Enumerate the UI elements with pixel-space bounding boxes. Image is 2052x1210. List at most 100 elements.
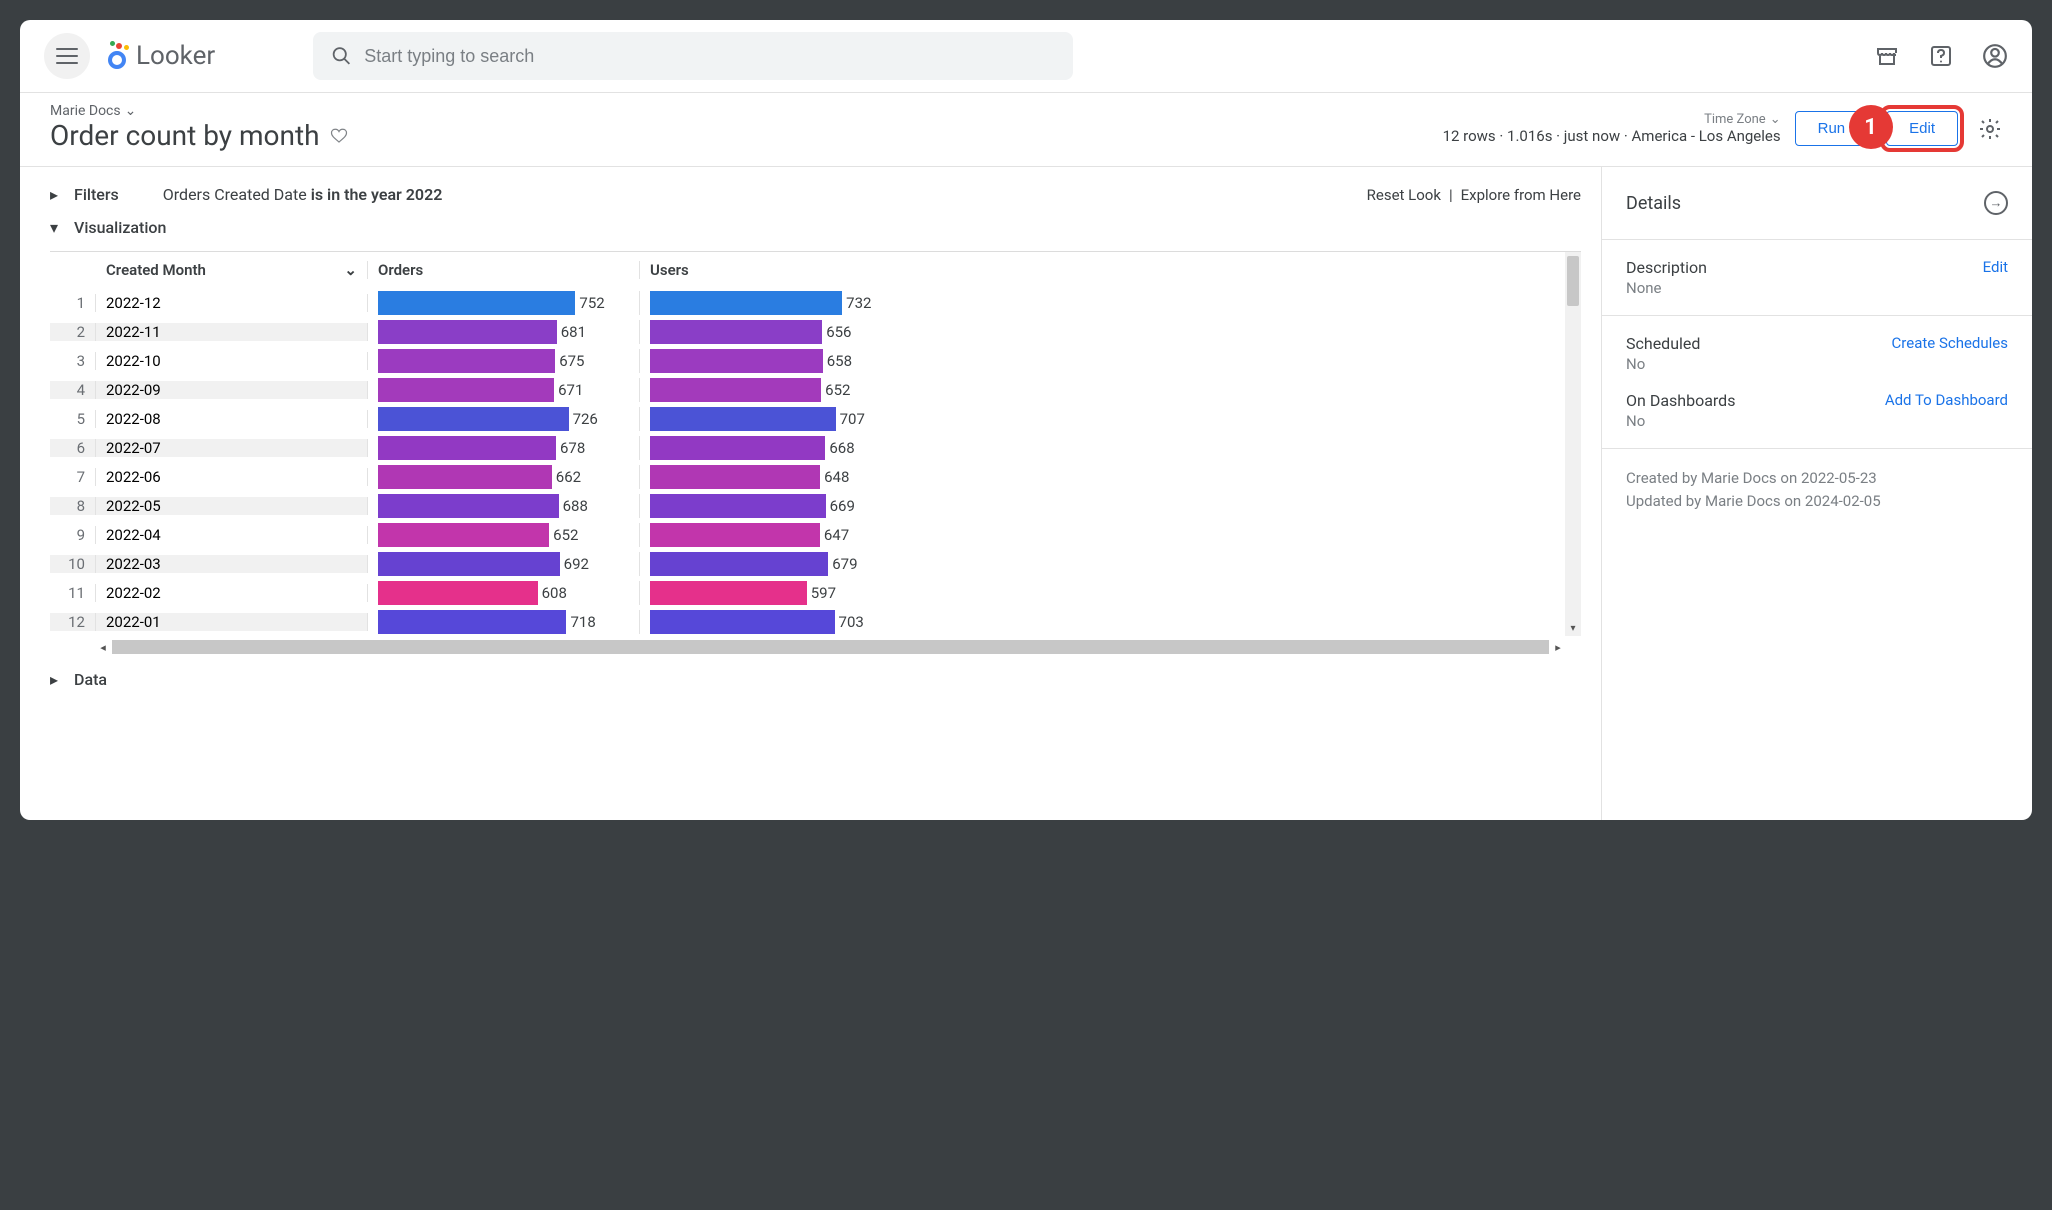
edit-button[interactable]: Edit (1886, 111, 1958, 146)
status-block: Time Zone ⌄ 12 rows · 1.016s · just now … (1443, 112, 1781, 145)
row-index: 5 (50, 410, 96, 428)
cell-users: 597 (640, 581, 912, 605)
visualization-section[interactable]: Visualization (50, 218, 1581, 237)
add-to-dashboard-link[interactable]: Add To Dashboard (1885, 391, 2008, 409)
search-icon (331, 45, 352, 67)
row-index: 9 (50, 526, 96, 544)
cell-users: 648 (640, 465, 912, 489)
bar-value-orders: 726 (569, 410, 602, 428)
cell-month: 2022-06 (96, 468, 368, 486)
cell-orders: 726 (368, 407, 640, 431)
cell-users: 658 (640, 349, 912, 373)
bar-users (650, 407, 836, 431)
scrollbar-thumb[interactable] (112, 640, 1549, 654)
bar-value-users: 707 (836, 410, 869, 428)
caret-down-icon (50, 218, 60, 237)
account-icon[interactable] (1982, 43, 2008, 69)
column-header-users[interactable]: Users (640, 261, 912, 279)
bar-value-users: 597 (807, 584, 840, 602)
row-index: 6 (50, 439, 96, 457)
main-menu-button[interactable] (44, 33, 90, 79)
vertical-scrollbar[interactable]: ▾ (1565, 252, 1581, 636)
scrollbar-thumb[interactable] (1567, 256, 1579, 306)
bar-value-users: 732 (842, 294, 875, 312)
table-row[interactable]: 92022-04652647 (50, 520, 1565, 549)
bar-orders (378, 349, 555, 373)
scroll-left-arrow-icon[interactable]: ◂ (96, 641, 110, 654)
cell-month: 2022-03 (96, 555, 368, 573)
sub-header: Marie Docs ⌄ Order count by month Time Z… (20, 93, 2032, 167)
marketplace-icon[interactable] (1874, 43, 1900, 69)
scroll-down-arrow-icon[interactable]: ▾ (1565, 623, 1581, 634)
cell-users: 703 (640, 610, 912, 634)
cell-users: 707 (640, 407, 912, 431)
settings-icon[interactable] (1978, 117, 2002, 141)
favorite-icon[interactable] (330, 127, 348, 145)
bar-users (650, 523, 820, 547)
search-box[interactable] (313, 32, 1073, 80)
data-section[interactable]: Data (50, 670, 1581, 689)
cell-month: 2022-10 (96, 352, 368, 370)
row-index: 11 (50, 584, 96, 602)
row-index: 3 (50, 352, 96, 370)
column-header-orders[interactable]: Orders (368, 261, 640, 279)
horizontal-scrollbar[interactable]: ◂ ▸ (50, 638, 1581, 656)
table-row[interactable]: 22022-11681656 (50, 317, 1565, 346)
top-icons (1874, 43, 2008, 69)
bar-value-users: 703 (835, 613, 868, 631)
timezone-selector[interactable]: Time Zone ⌄ (1443, 112, 1781, 127)
table-row[interactable]: 102022-03692679 (50, 549, 1565, 578)
cell-month: 2022-05 (96, 497, 368, 515)
edit-description-link[interactable]: Edit (1983, 258, 2008, 276)
bar-users (650, 465, 820, 489)
bar-users (650, 291, 842, 315)
breadcrumb[interactable]: Marie Docs ⌄ (50, 103, 348, 119)
bar-users (650, 494, 826, 518)
explore-from-here-link[interactable]: Explore from Here (1461, 186, 1581, 204)
cell-month: 2022-08 (96, 410, 368, 428)
logo-icon (108, 43, 130, 69)
collapse-details-icon[interactable]: → (1984, 191, 2008, 215)
table-row[interactable]: 32022-10675658 (50, 346, 1565, 375)
cell-month: 2022-01 (96, 613, 368, 631)
bar-value-users: 679 (828, 555, 861, 573)
on-dashboards-label: On Dashboards (1626, 391, 1735, 410)
table-row[interactable]: 12022-12752732 (50, 288, 1565, 317)
cell-users: 668 (640, 436, 912, 460)
table-row[interactable]: 42022-09671652 (50, 375, 1565, 404)
row-index: 7 (50, 468, 96, 486)
column-header-month[interactable]: Created Month ⌄ (96, 261, 368, 279)
page-title: Order count by month (50, 119, 320, 152)
bar-value-orders: 678 (556, 439, 589, 457)
scroll-right-arrow-icon[interactable]: ▸ (1551, 641, 1565, 654)
chevron-down-icon: ⌄ (125, 103, 137, 119)
bar-orders (378, 378, 554, 402)
create-schedules-link[interactable]: Create Schedules (1892, 334, 2008, 352)
table-row[interactable]: 72022-06662648 (50, 462, 1565, 491)
description-label: Description (1626, 258, 1707, 277)
bar-users (650, 610, 835, 634)
help-icon[interactable] (1928, 43, 1954, 69)
search-input[interactable] (364, 46, 1055, 67)
cell-orders: 688 (368, 494, 640, 518)
table-header: Created Month ⌄ Orders Users (50, 252, 1565, 288)
filters-section[interactable]: Filters Orders Created Date is in the ye… (50, 185, 1581, 204)
table-row[interactable]: 62022-07678668 (50, 433, 1565, 462)
cell-month: 2022-09 (96, 381, 368, 399)
row-index: 12 (50, 613, 96, 631)
reset-look-link[interactable]: Reset Look (1367, 186, 1441, 204)
cell-month: 2022-04 (96, 526, 368, 544)
table-row[interactable]: 112022-02608597 (50, 578, 1565, 607)
bar-orders (378, 581, 538, 605)
cell-orders: 718 (368, 610, 640, 634)
bar-users (650, 349, 823, 373)
table-row[interactable]: 122022-01718 703 (50, 607, 1565, 636)
description-value: None (1626, 279, 1707, 297)
bar-value-orders: 608 (538, 584, 571, 602)
updated-by-text: Updated by Marie Docs on 2024-02-05 (1626, 490, 2008, 513)
table-row[interactable]: 52022-08 726 707 (50, 404, 1565, 433)
scheduled-value: No (1626, 355, 1700, 373)
bar-value-users: 652 (821, 381, 854, 399)
table-row[interactable]: 82022-05688669 (50, 491, 1565, 520)
chevron-down-icon: ⌄ (344, 261, 357, 279)
